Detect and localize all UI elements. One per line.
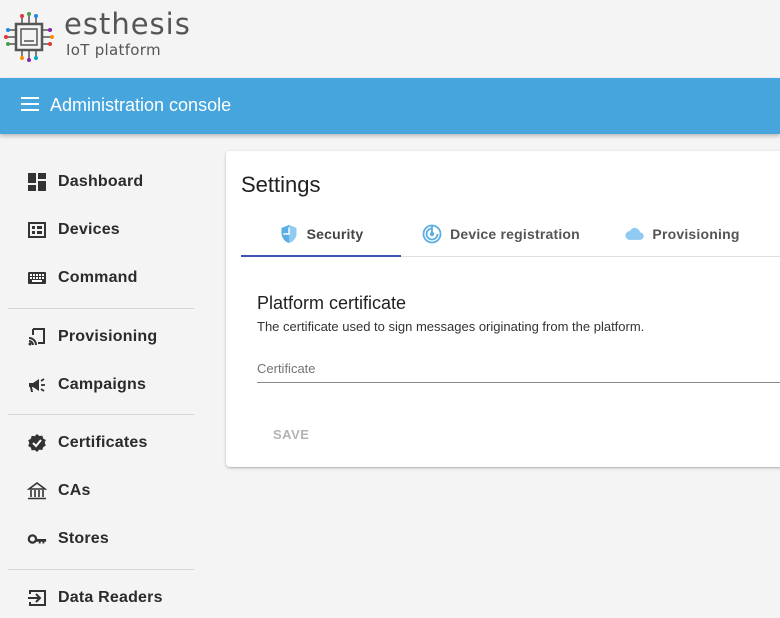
sidebar-item-label: Command: [58, 269, 138, 286]
tab-security[interactable]: Security: [241, 211, 401, 256]
sidebar-item-label: Data Readers: [58, 589, 163, 606]
keyboard-icon: [27, 268, 47, 288]
sidebar-item-command[interactable]: Command: [8, 258, 194, 298]
page-title: Settings: [241, 172, 321, 197]
brand-subtitle: IoT platform: [66, 41, 161, 59]
registration-icon: [422, 224, 442, 244]
sidebar-divider: [8, 308, 194, 309]
sidebar-item-label: Dashboard: [58, 173, 144, 190]
sidebar-item-data-readers[interactable]: Data Readers: [8, 578, 194, 618]
menu-icon[interactable]: [21, 97, 39, 115]
sidebar-item-cas[interactable]: CAs: [8, 471, 194, 511]
settings-card: Settings Security Device registration Pr…: [226, 151, 780, 467]
brand-title: esthesis: [64, 7, 191, 41]
certificate-field: [257, 355, 780, 383]
sidebar-item-provisioning[interactable]: Provisioning: [8, 317, 194, 357]
section-description: The certificate used to sign messages or…: [257, 319, 645, 334]
settings-tabs: Security Device registration Provisionin…: [241, 211, 780, 257]
shield-icon: [279, 224, 299, 244]
tab-label: Security: [306, 225, 364, 242]
sidebar-item-label: Provisioning: [58, 328, 158, 345]
input-icon: [27, 588, 47, 608]
chip-logo-icon: [4, 12, 54, 62]
certificate-input[interactable]: [257, 355, 780, 381]
tab-label: Provisioning: [652, 225, 740, 242]
tab-active-indicator: [241, 255, 401, 257]
sidebar-item-label: Certificates: [58, 434, 148, 451]
dashboard-icon: [27, 172, 47, 192]
sidebar-item-stores[interactable]: Stores: [8, 519, 194, 559]
sidebar-item-devices[interactable]: Devices: [8, 210, 194, 250]
sidebar-item-certificates[interactable]: Certificates: [8, 423, 194, 463]
sidebar-item-label: Stores: [58, 530, 109, 547]
brand-header: esthesis IoT platform: [0, 0, 780, 78]
toolbar-title: Administration console: [50, 95, 232, 115]
key-icon: [27, 529, 47, 549]
verified-badge-icon: [27, 433, 47, 453]
sidebar-item-label: Devices: [58, 221, 120, 238]
sidebar-nav: Dashboard Devices Command Provisioning C…: [0, 134, 200, 618]
sidebar-item-label: Campaigns: [58, 376, 147, 393]
sidebar-item-campaigns[interactable]: Campaigns: [8, 365, 194, 405]
section-title: Platform certificate: [257, 293, 407, 313]
sidebar-item-label: CAs: [58, 482, 91, 499]
devices-icon: [27, 220, 47, 240]
account-balance-icon: [27, 481, 47, 501]
sidebar-item-dashboard[interactable]: Dashboard: [8, 162, 194, 202]
cast-icon: [27, 327, 47, 347]
sidebar-divider: [8, 414, 194, 415]
sidebar-divider: [8, 569, 194, 570]
tab-label: Device registration: [450, 225, 580, 242]
save-button[interactable]: SAVE: [257, 419, 323, 449]
cloud-icon: [624, 224, 645, 244]
top-toolbar: Administration console: [0, 78, 780, 134]
campaign-icon: [27, 375, 47, 395]
tab-device-registration[interactable]: Device registration: [413, 211, 589, 256]
tab-provisioning[interactable]: Provisioning: [609, 211, 755, 256]
